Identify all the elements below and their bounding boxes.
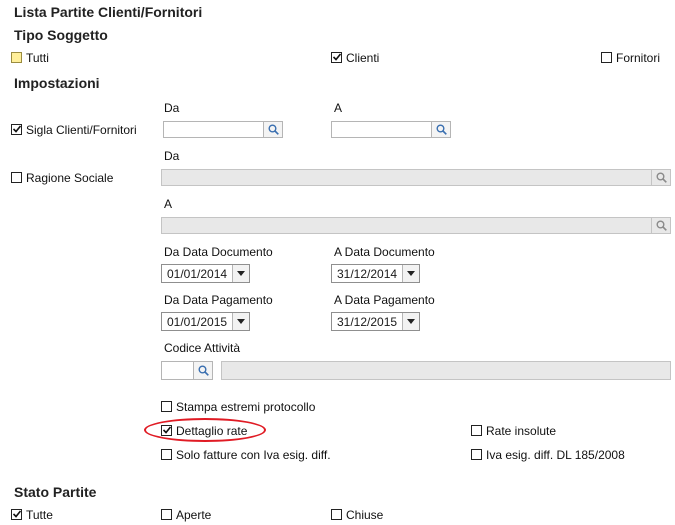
clienti-label[interactable]: Clienti <box>346 51 379 65</box>
solo-fatture-label[interactable]: Solo fatture con Iva esig. diff. <box>176 448 331 462</box>
chevron-down-icon <box>237 319 245 324</box>
dropdown-button[interactable] <box>402 265 419 282</box>
chiuse-checkbox[interactable] <box>331 509 342 520</box>
ragione-da-search-button <box>651 169 671 186</box>
search-icon <box>436 124 447 135</box>
ragione-sociale-label[interactable]: Ragione Sociale <box>26 171 113 185</box>
checkmark-icon <box>13 510 21 518</box>
iva-esig-label[interactable]: Iva esig. diff. DL 185/2008 <box>486 448 625 462</box>
a-data-documento-label: A Data Documento <box>334 245 435 259</box>
a-data-pagamento-value: 31/12/2015 <box>337 315 398 329</box>
sigla-a-label: A <box>334 101 343 115</box>
a-data-pagamento-select[interactable]: 31/12/2015 <box>331 312 420 331</box>
checkmark-icon <box>13 125 21 133</box>
ragione-da-label: Da <box>164 149 180 163</box>
search-icon <box>656 172 667 183</box>
sigla-checkbox[interactable] <box>11 124 22 135</box>
sigla-a-input[interactable] <box>331 121 451 138</box>
clienti-checkbox[interactable] <box>331 52 342 63</box>
checkmark-icon <box>333 53 341 61</box>
da-data-documento-select[interactable]: 01/01/2014 <box>161 264 250 283</box>
stampa-estremi-label[interactable]: Stampa estremi protocollo <box>176 400 315 414</box>
fornitori-checkbox[interactable] <box>601 52 612 63</box>
sigla-da-search-button[interactable] <box>263 121 283 138</box>
tutti-checkbox[interactable] <box>11 52 22 63</box>
section-heading-tipo-soggetto: Tipo Soggetto <box>14 27 108 43</box>
stampa-estremi-checkbox[interactable] <box>161 401 172 412</box>
codice-attivita-search-button[interactable] <box>193 361 213 380</box>
tutte-checkbox[interactable] <box>11 509 22 520</box>
ragione-a-search-button <box>651 217 671 234</box>
rate-insolute-checkbox[interactable] <box>471 425 482 436</box>
chevron-down-icon <box>237 271 245 276</box>
chiuse-label[interactable]: Chiuse <box>346 508 383 522</box>
aperte-checkbox[interactable] <box>161 509 172 520</box>
codice-attivita-description <box>221 361 671 380</box>
da-data-documento-value: 01/01/2014 <box>167 267 228 281</box>
da-data-pagamento-value: 01/01/2015 <box>167 315 228 329</box>
a-data-pagamento-label: A Data Pagamento <box>334 293 435 307</box>
dropdown-button[interactable] <box>232 265 249 282</box>
search-icon <box>198 365 209 376</box>
da-data-pagamento-select[interactable]: 01/01/2015 <box>161 312 250 331</box>
section-heading-impostazioni: Impostazioni <box>14 75 100 91</box>
tutte-label[interactable]: Tutte <box>26 508 53 522</box>
checkmark-icon <box>163 426 171 434</box>
codice-attivita-input[interactable] <box>161 361 213 380</box>
search-icon <box>268 124 279 135</box>
ragione-da-input <box>161 169 671 186</box>
sigla-a-search-button[interactable] <box>431 121 451 138</box>
ragione-a-label: A <box>164 197 173 211</box>
dettaglio-rate-label[interactable]: Dettaglio rate <box>176 424 247 438</box>
iva-esig-checkbox[interactable] <box>471 449 482 460</box>
dropdown-button[interactable] <box>402 313 419 330</box>
section-heading-stato-partite: Stato Partite <box>14 484 97 500</box>
da-data-documento-label: Da Data Documento <box>164 245 273 259</box>
da-data-pagamento-label: Da Data Pagamento <box>164 293 273 307</box>
a-data-documento-select[interactable]: 31/12/2014 <box>331 264 420 283</box>
solo-fatture-checkbox[interactable] <box>161 449 172 460</box>
dropdown-button[interactable] <box>232 313 249 330</box>
chevron-down-icon <box>407 271 415 276</box>
rate-insolute-label[interactable]: Rate insolute <box>486 424 556 438</box>
sigla-label[interactable]: Sigla Clienti/Fornitori <box>26 123 137 137</box>
ragione-a-input <box>161 217 671 234</box>
tutti-label[interactable]: Tutti <box>26 51 49 65</box>
sigla-da-input[interactable] <box>163 121 283 138</box>
search-icon <box>656 220 667 231</box>
fornitori-label[interactable]: Fornitori <box>616 51 660 65</box>
codice-attivita-label: Codice Attività <box>164 341 241 355</box>
chevron-down-icon <box>407 319 415 324</box>
ragione-sociale-checkbox[interactable] <box>11 172 22 183</box>
dettaglio-rate-checkbox[interactable] <box>161 425 172 436</box>
sigla-da-label: Da <box>164 101 180 115</box>
page-title: Lista Partite Clienti/Fornitori <box>14 4 203 20</box>
a-data-documento-value: 31/12/2014 <box>337 267 398 281</box>
aperte-label[interactable]: Aperte <box>176 508 211 522</box>
